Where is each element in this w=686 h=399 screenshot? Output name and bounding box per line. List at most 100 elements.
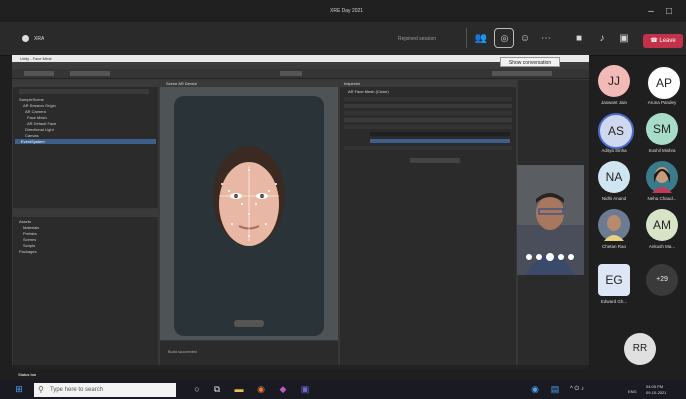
hierarchy-item[interactable]: AR Default Face [27,121,56,126]
presenter-camera [517,165,584,275]
hierarchy-header [13,80,158,87]
hierarchy-item[interactable]: Directional Light [25,127,54,132]
participant-avatar[interactable]: NA [598,161,630,193]
participants-panel: JJ Jaswant Jain AP Aruna Pandey AS Adity… [590,57,686,379]
hierarchy-item[interactable]: AR Session Origin [23,103,56,108]
chrome-icon[interactable]: ◉ [254,383,268,396]
shared-screen: Unity - Face Mesh SampleScene AR Session… [12,55,589,369]
camera-icon[interactable]: ■ [572,32,586,46]
maximize-icon[interactable]: □ [663,5,675,19]
teams-icon[interactable]: ▣ [298,383,312,396]
participant-name: Neha Chaud... [647,196,677,201]
participant-avatar[interactable]: AP [646,65,682,101]
unity-toolbar [12,69,589,79]
meeting-title: XRE Day 2021 [330,8,364,14]
windows-start-icon[interactable]: ⊞ [12,383,26,396]
hierarchy-item[interactable]: AR Camera [25,109,46,114]
unity-status-bar [12,365,589,369]
participant-name: Ankush Ma... [648,244,676,249]
inspector-row [344,125,512,129]
participant-name: Jaswant Jain [600,100,627,105]
inspector-header: Inspector [340,80,516,87]
search-icon: ⚲ [38,385,44,394]
participant-avatar[interactable]: AS [598,113,634,149]
more-participants-button[interactable]: +29 [646,264,678,296]
taskbar-search-input[interactable]: ⚲ Type here to search [34,383,176,397]
play-controls[interactable] [280,71,302,76]
meeting-status: Rejoined session [398,36,437,42]
participant-name: Aditya Sinha [601,148,627,153]
taskbar-time[interactable]: 04:05 PM [646,384,663,389]
hierarchy-item[interactable]: EventSystem [21,139,45,144]
hierarchy-search[interactable] [19,89,149,94]
account-dropdown[interactable] [24,71,54,76]
project-item[interactable]: Packages [19,249,37,254]
leave-button[interactable]: ☎ Leave [643,34,683,48]
share-icon[interactable]: ▣ [617,32,631,46]
hierarchy-panel: SampleScene AR Session Origin AR Camera … [13,80,158,208]
teams-header: XRE Day 2021 – □ [0,0,686,22]
search-placeholder: Type here to search [50,387,104,393]
participant-name: Nidhi Anand [601,196,627,201]
mic-icon[interactable]: ♪ [595,32,609,46]
tray-icons[interactable]: ^ ⏻ ♪ [570,383,584,396]
language-indicator[interactable]: ENG [628,389,637,394]
hierarchy-item[interactable]: SampleScene [19,97,44,102]
leave-label: Leave [659,38,676,44]
console-text: Build succeeded [168,349,198,354]
console-panel: Build succeeded [160,341,338,365]
face-mesh-preview [213,146,285,246]
presenter-video [517,165,584,275]
status-label: Status bar [18,372,37,377]
chat-icon: ◎ [500,33,509,43]
people-icon[interactable]: 👥 [474,32,488,46]
hierarchy-item[interactable]: Face Mesh [27,115,47,120]
minimize-icon[interactable]: – [645,5,657,19]
participant-photo[interactable] [646,161,678,193]
more-options-icon[interactable]: ⋯ [539,32,553,46]
store-icon[interactable]: ◉ [528,383,542,396]
participant-avatar[interactable]: JJ [598,65,630,97]
participant-avatar[interactable]: SM [646,113,678,145]
layers-dropdown[interactable] [70,71,110,76]
taskbar-date[interactable]: 09-10-2021 [646,390,666,395]
recording-icon [22,35,29,42]
inspector-slider[interactable] [370,139,510,143]
mail-icon[interactable]: ▤ [548,383,562,396]
divider [466,28,467,48]
project-item[interactable]: Prefabs [23,231,37,236]
scene-header: Scene AR Device [160,80,338,87]
chat-button[interactable]: ◎ [494,28,514,48]
self-avatar[interactable]: RR [624,333,656,365]
scene-tab[interactable]: Scene AR Device [166,81,197,86]
add-component-button[interactable] [410,158,460,163]
hierarchy-item[interactable]: Canvas [25,133,39,138]
unity-window-title: Unity - Face Mesh [20,56,53,61]
participant-photo-image [652,167,672,193]
inspector-row [344,111,512,115]
participant-name: Aruna Pandey [647,100,677,105]
project-item[interactable]: Materials [23,225,39,230]
cortana-icon[interactable]: ○ [190,383,204,396]
participant-photo[interactable] [598,209,630,241]
device-controls[interactable] [234,320,264,327]
project-item[interactable]: Assets [19,219,31,224]
layout-dropdown[interactable] [492,71,552,76]
meeting-controls-bar: XRA Rejoined session 👥 ◎ ☺ ⋯ ■ ♪ ▣ [0,22,686,56]
inspector-object-name: AR Face Mesh (Clone) [348,89,389,94]
participant-name: Edward Gh... [600,299,628,304]
project-item[interactable]: Scripts [23,243,35,248]
reactions-icon[interactable]: ☺ [518,32,532,46]
unity-hub-icon[interactable]: ◆ [276,383,290,396]
project-panel: Assets Materials Prefabs Scenes Scripts … [13,210,158,365]
participant-photo-image [604,215,624,241]
participant-avatar[interactable]: EG [598,264,630,296]
participant-name: Sushil Mishra [648,148,676,153]
project-item[interactable]: Scenes [23,237,36,242]
inspector-tab[interactable]: Inspector [344,81,360,86]
scene-view[interactable]: Scene AR Device [160,80,338,340]
file-explorer-icon[interactable]: ▬ [232,383,246,396]
participant-avatar[interactable]: AM [646,209,678,241]
inspector-field[interactable] [370,132,510,136]
task-view-icon[interactable]: ⧉ [210,383,224,396]
